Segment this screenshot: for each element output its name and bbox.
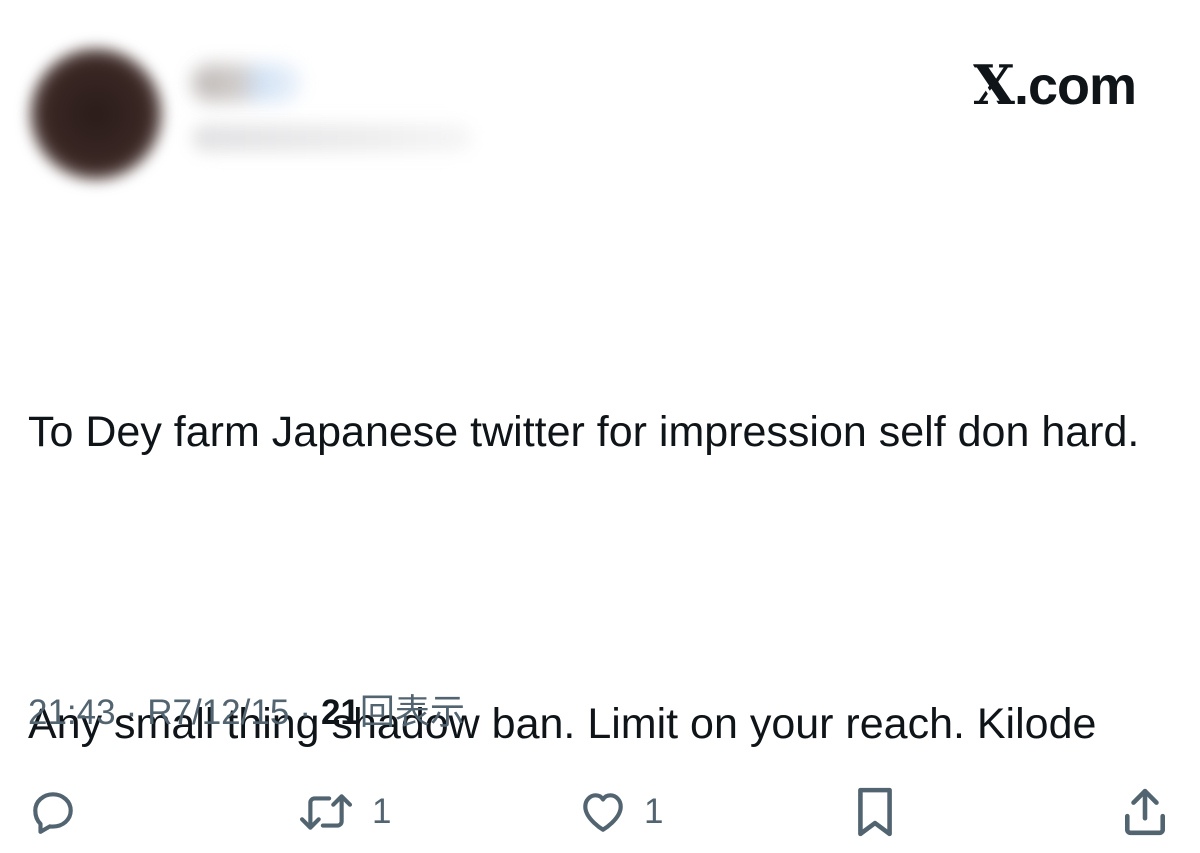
like-count: 1 <box>644 792 664 831</box>
bookmark-button[interactable] <box>850 780 900 844</box>
views-label: 回表示 <box>359 693 465 732</box>
tweet-time[interactable]: 21:43 <box>28 693 116 732</box>
username-handle-blurred[interactable] <box>192 124 472 152</box>
reply-button[interactable] <box>28 780 78 844</box>
x-logo-icon: X <box>973 53 1015 117</box>
like-button[interactable]: 1 <box>578 780 663 844</box>
bookmark-icon <box>850 784 900 840</box>
x-com-watermark: X.com <box>973 53 1137 117</box>
share-button[interactable] <box>1120 780 1170 844</box>
separator-dot: · <box>299 693 311 732</box>
reply-icon <box>28 787 78 837</box>
tweet-metadata: 21:43 · R7/12/15 · 21回表示 <box>28 688 465 738</box>
tweet-text: To Dey farm Japanese twitter for impress… <box>28 252 1148 832</box>
brand-domain: .com <box>1013 56 1137 116</box>
views-count[interactable]: 21 <box>321 693 360 732</box>
tweet-date[interactable]: R7/12/15 <box>147 693 289 732</box>
separator-dot: · <box>125 693 138 732</box>
action-bar: 1 1 <box>0 780 1200 844</box>
share-icon <box>1120 784 1170 840</box>
retweet-count: 1 <box>372 792 392 831</box>
retweet-button[interactable]: 1 <box>296 780 391 844</box>
avatar[interactable] <box>30 48 162 180</box>
heart-icon <box>578 787 628 837</box>
retweet-icon <box>296 787 356 837</box>
tweet-paragraph: To Dey farm Japanese twitter for impress… <box>28 408 1140 456</box>
display-name-blurred[interactable] <box>192 64 302 102</box>
